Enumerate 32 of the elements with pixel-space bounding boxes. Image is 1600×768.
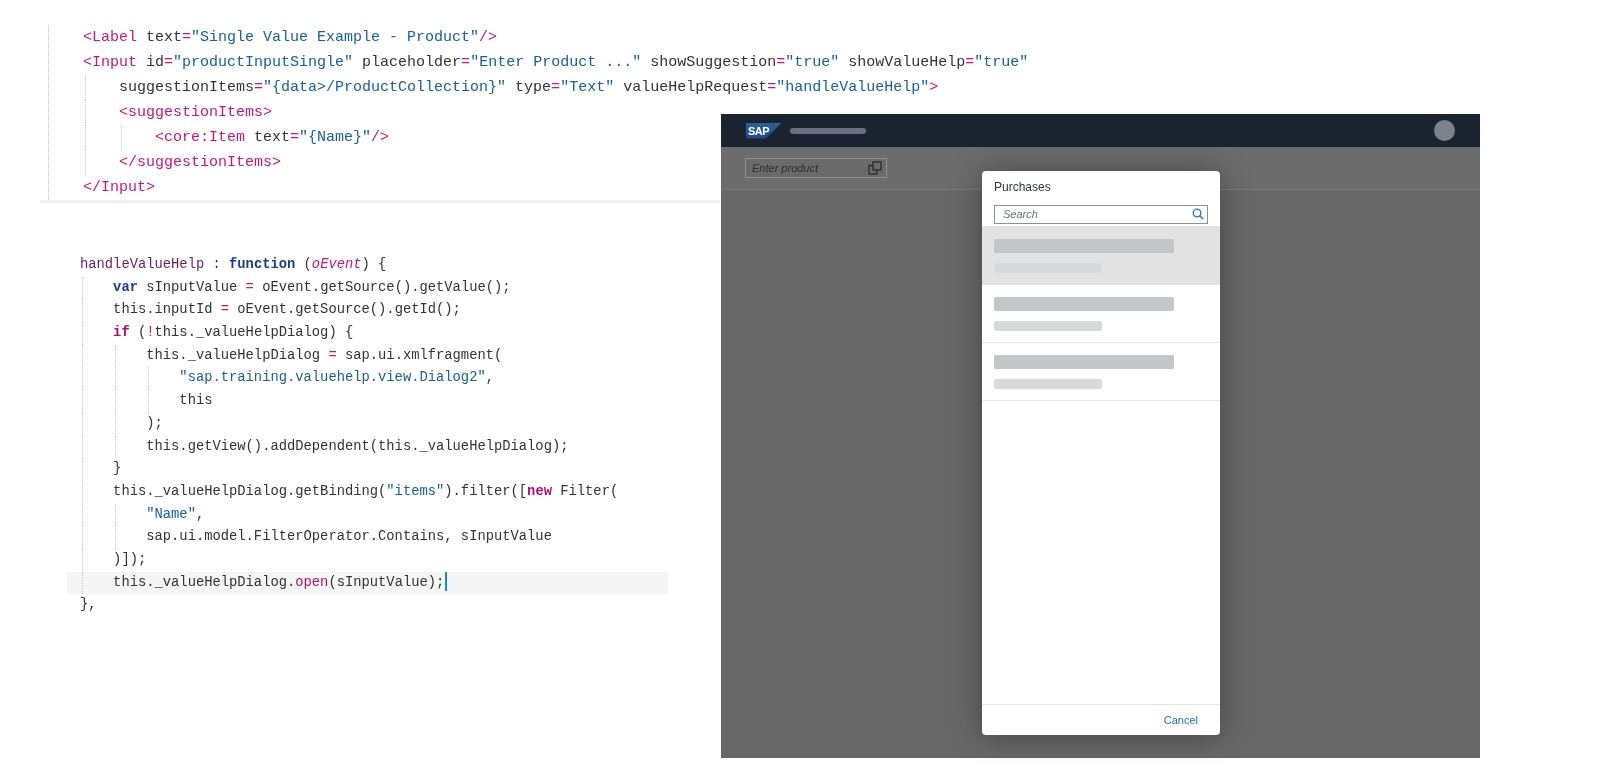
search-field[interactable]: Search (994, 204, 1208, 224)
code-line: } (80, 458, 122, 481)
value-help-icon[interactable] (868, 161, 882, 175)
code-line: <suggestionItems> (83, 100, 273, 125)
code-line: )]); (80, 548, 147, 572)
code-line: sap.ui.model.FilterOperator.Contains, sInputValue (80, 526, 552, 549)
text-cursor (445, 572, 448, 592)
code-line: suggestionItems="{data>/ProductCollection}" type="Text" valueHelpRequest="handleValueHelp"> (83, 75, 939, 100)
code-line: "sap.training.valuehelp.view.Dialog2", (80, 367, 494, 391)
code-line: }, (80, 596, 97, 615)
code-line: this.inputId = oEvent.getSource().getId(); (80, 299, 461, 323)
code-line: <Input id="productInputSingle" placeholder="Enter Product ..." showSuggestion="true" showValueHelp="true" (83, 53, 1029, 73)
code-line: "Name", (80, 503, 205, 527)
code-line: if (!this._valueHelpDialog) { (80, 322, 354, 345)
list-item[interactable] (982, 227, 1220, 285)
product-input-field[interactable]: Enter product (745, 158, 887, 178)
code-line: this (80, 390, 213, 413)
code-line: <core:Item text="{Name}"/> (83, 125, 390, 150)
search-icon[interactable] (1192, 207, 1204, 220)
code-line: this._valueHelpDialog.getBinding("items").filter([new Filter( (80, 480, 619, 504)
dialog-title: Purchases (993, 179, 1052, 196)
code-line: </suggestionItems> (83, 150, 282, 175)
cancel-button[interactable]: Cancel (1159, 712, 1202, 728)
code-line: this._valueHelpDialog = sap.ui.xmlfragment( (80, 344, 503, 368)
code-line: </Input> (83, 178, 155, 198)
code-line: handleValueHelp : function (oEvent) { (80, 256, 387, 274)
code-line: ); (80, 412, 163, 436)
logo: SAP (746, 122, 782, 139)
code-line: <Label text="Single Value Example - Product"/> (83, 28, 498, 48)
avatar-icon[interactable] (1434, 120, 1455, 141)
code-line: var sInputValue = oEvent.getSource().getValue(); (80, 276, 511, 300)
code-line: this.getView().addDependent(this._valueHelpDialog); (80, 435, 569, 459)
